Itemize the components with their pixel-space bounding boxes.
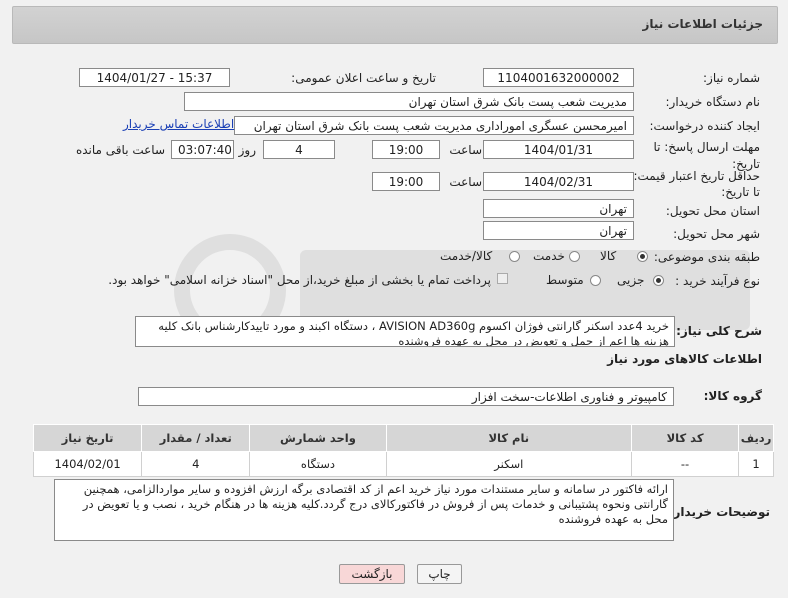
buyer-notes-textarea: ارائه فاکتور در سامانه و سایر مستندات مو… [54, 479, 674, 541]
summary-label: شرح کلی نیاز: [676, 324, 762, 338]
print-button[interactable]: چاپ [417, 564, 462, 584]
process-option-minor: جزیی [617, 273, 645, 287]
validity-date-field: 1404/02/31 [483, 172, 634, 191]
goods-table: ردیف کد کالا نام کالا واحد شمارش تعداد /… [32, 424, 774, 477]
page-header: جزئیات اطلاعات نیاز [12, 6, 778, 44]
col-name: نام کالا [385, 424, 633, 452]
col-row: ردیف [738, 424, 774, 452]
back-button[interactable]: بازگشت [339, 564, 405, 584]
remaining-time-field: 03:07:40 [171, 140, 234, 159]
cell-row: 1 [738, 451, 774, 477]
table-header-row: ردیف کد کالا نام کالا واحد شمارش تعداد /… [32, 424, 774, 452]
validity-hour-label: ساعت [449, 175, 482, 189]
process-radio-minor[interactable] [653, 275, 664, 286]
validity-label: حداقل تاریخ اعتبار قیمت: تا تاریخ: [633, 169, 760, 199]
requester-field: امیرمحسن عسگری اموراداری مدیریت شعب پست … [234, 116, 634, 135]
goods-group-field: کامپیوتر و فناوری اطلاعات-سخت افزار [138, 387, 674, 406]
page-title: جزئیات اطلاعات نیاز [642, 17, 763, 31]
table-row: 1 -- اسکنر دستگاه 4 1404/02/01 [32, 451, 774, 477]
process-option-medium: متوسط [546, 273, 584, 287]
goods-group-label: گروه کالا: [703, 389, 762, 403]
col-code: کد کالا [631, 424, 740, 452]
category-radio-service[interactable] [569, 251, 580, 262]
buyer-notes-label: توضیحات خریدار: [668, 505, 770, 519]
buyer-org-label: نام دستگاه خریدار: [665, 95, 761, 109]
deadline-time-field: 19:00 [372, 140, 440, 159]
col-unit: واحد شمارش [249, 424, 387, 452]
process-radio-medium[interactable] [590, 275, 601, 286]
goods-section-title: اطلاعات کالاهای مورد نیاز [607, 352, 762, 366]
announce-label: تاریخ و ساعت اعلان عمومی: [291, 71, 436, 85]
need-number-field: 1104001632000002 [483, 68, 634, 87]
city-field: تهران [483, 221, 634, 240]
cell-date: 1404/02/01 [32, 451, 143, 477]
validity-time-field: 19:00 [372, 172, 440, 191]
col-date: تاریخ نیاز [32, 424, 143, 452]
remaining-label: ساعت باقی مانده [75, 143, 165, 157]
deadline-date-field: 1404/01/31 [483, 140, 634, 159]
process-label: نوع فرآیند خرید : [675, 274, 760, 288]
treasury-payment-checkbox[interactable] [497, 273, 508, 284]
cell-unit: دستگاه [249, 451, 387, 477]
category-label: طبقه بندی موضوعی: [653, 250, 760, 264]
province-label: استان محل تحویل: [665, 204, 760, 218]
announce-datetime-field: 1404/01/27 - 15:37 [79, 68, 230, 87]
col-qty: تعداد / مقدار [141, 424, 251, 452]
province-field: تهران [483, 199, 634, 218]
deadline-hour-label: ساعت [449, 143, 482, 157]
category-option-goods-service: کالا/خدمت [440, 249, 493, 263]
days-field: 4 [263, 140, 335, 159]
requester-label: ایجاد کننده درخواست: [649, 119, 760, 133]
cell-name: اسکنر [385, 451, 633, 477]
category-option-service: خدمت [533, 249, 565, 263]
summary-textarea: خرید 4عدد اسکنر گارانتی فوژان اکسوم AVIS… [135, 316, 675, 347]
category-radio-goods[interactable] [637, 251, 648, 262]
treasury-payment-note: پرداخت تمام یا بخشی از مبلغ خرید،از محل … [108, 273, 491, 287]
buyer-contact-link[interactable]: اطلاعات تماس خریدار [123, 117, 234, 131]
cell-code: -- [631, 451, 740, 477]
cell-qty: 4 [141, 451, 251, 477]
buyer-org-field: مدیریت شعب پست بانک شرق استان تهران [184, 92, 634, 111]
city-label: شهر محل تحویل: [673, 227, 760, 241]
category-option-goods: کالا [600, 249, 617, 263]
category-radio-goods-service[interactable] [509, 251, 520, 262]
need-number-label: شماره نیاز: [703, 71, 760, 85]
